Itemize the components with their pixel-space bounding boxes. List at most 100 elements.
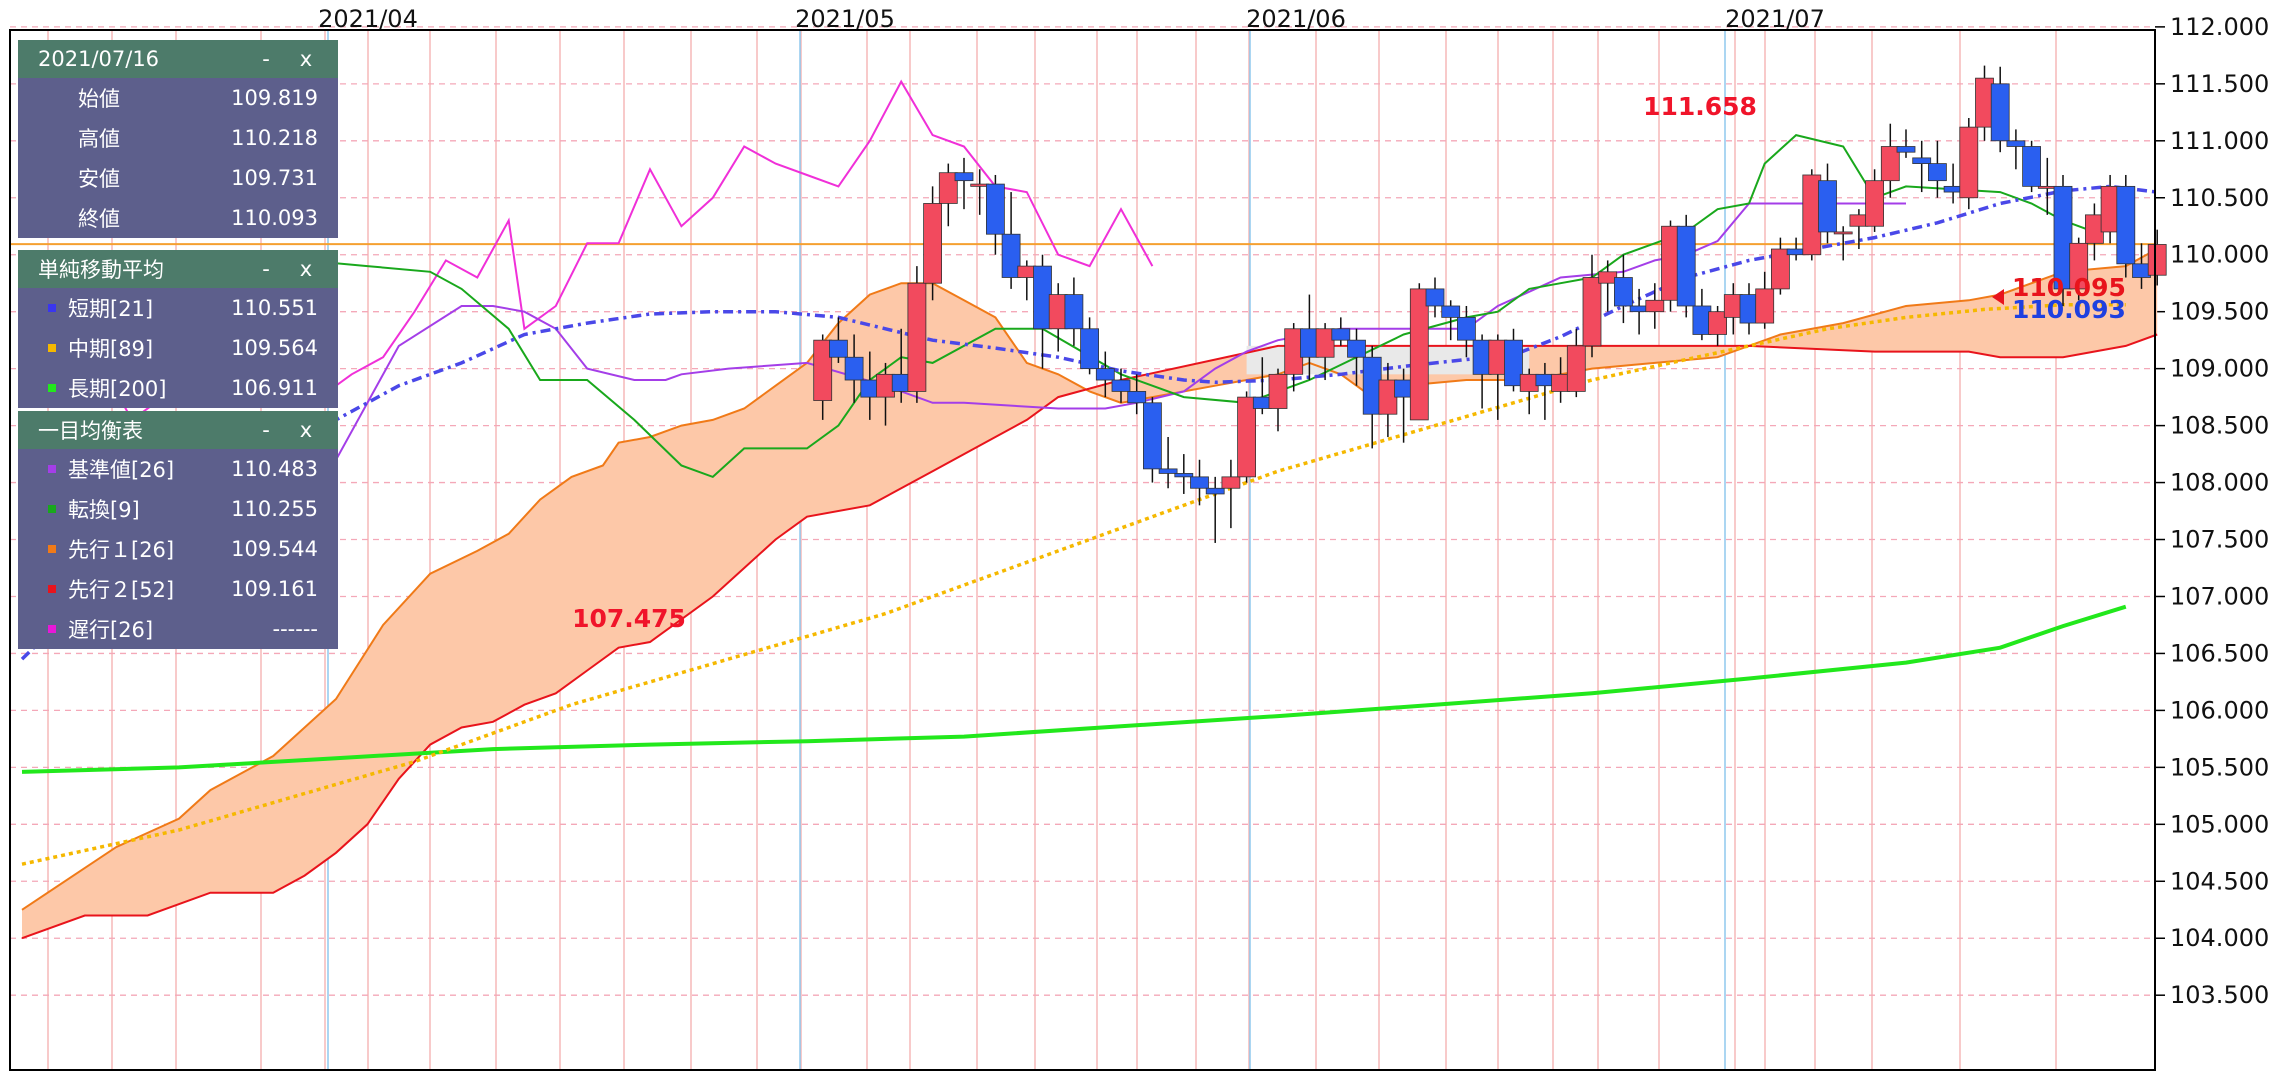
ohlc-panel: 2021/07/16 - x 始値 109.819 高値 110.218 安値 109… <box>18 40 338 238</box>
candle-body <box>1174 473 1194 478</box>
candle-body <box>1425 288 1445 307</box>
candle-body <box>907 282 927 392</box>
y-tick-label: 104.500 <box>2170 867 2269 895</box>
x-tick-label: 2021/07 <box>1725 5 1825 33</box>
ohlc-row-close: 終値 110.093 <box>78 206 318 231</box>
ichimoku-panel-header: 一目均衡表 - x <box>18 411 338 449</box>
candle-body <box>1519 373 1539 392</box>
y-tick-label: 111.000 <box>2170 127 2269 155</box>
y-axis: 103.500 104.000 104.500 105.000 105.500 106.0… <box>2155 13 2269 1009</box>
candle-body <box>1990 83 2010 142</box>
candle-body <box>1284 328 1304 375</box>
candle-body <box>1912 157 1932 164</box>
candle-body <box>1064 294 1084 330</box>
candle-body <box>1959 126 1979 199</box>
candle-body <box>891 373 911 392</box>
candle-body <box>1645 299 1665 313</box>
sma-row-mid: 中期[89] 109.564 <box>18 328 338 368</box>
candle-body <box>1818 180 1837 233</box>
legend-swatch <box>48 344 56 352</box>
ichimoku-row-senkou2: 先行２[52] 109.161 <box>18 569 338 609</box>
ohlc-date: 2021/07/16 <box>38 47 160 71</box>
candle-body <box>1394 379 1413 398</box>
y-tick-label: 112.000 <box>2170 13 2269 41</box>
candle-body <box>1221 476 1241 489</box>
candle-body <box>860 379 880 398</box>
candle-body <box>986 183 1005 235</box>
legend-swatch <box>48 465 56 473</box>
close-button[interactable]: x <box>286 257 326 281</box>
candle-body <box>1095 368 1115 381</box>
candle-body <box>2084 214 2104 244</box>
sma-short-line <box>20 184 2158 661</box>
candle-body <box>1566 345 1586 392</box>
sma-panel-title: 単純移動平均 <box>38 258 164 282</box>
legend-swatch <box>48 585 56 593</box>
candle-body <box>1237 396 1256 478</box>
candle-body <box>1551 373 1570 392</box>
candle-body <box>844 356 864 381</box>
candle-body <box>1409 288 1429 421</box>
y-tick-label: 109.500 <box>2170 298 2269 326</box>
y-tick-label: 107.500 <box>2170 526 2269 554</box>
minimize-button[interactable]: - <box>246 418 286 442</box>
ohlc-row-open: 始値 109.819 <box>78 86 318 111</box>
minimize-button[interactable]: - <box>246 257 286 281</box>
ichimoku-row-senkou1: 先行１[26] 109.544 <box>18 529 338 569</box>
y-tick-label: 109.000 <box>2170 355 2269 383</box>
candle-body <box>1582 277 1602 347</box>
y-tick-label: 105.000 <box>2170 810 2269 838</box>
legend-swatch <box>48 304 56 312</box>
candle-body <box>2006 140 2026 147</box>
candle-body <box>1347 339 1366 358</box>
minimize-button[interactable]: - <box>246 47 286 71</box>
legend-swatch <box>48 384 56 392</box>
candle-body <box>1598 271 1618 284</box>
high-annotation: 111.658 <box>1643 92 1757 121</box>
candle-body <box>813 339 833 401</box>
candle-body <box>1708 311 1727 335</box>
candle-body <box>1629 305 1649 313</box>
close-button[interactable]: x <box>286 47 326 71</box>
candle-body <box>1315 328 1335 358</box>
candle-body <box>2022 146 2041 187</box>
candle-body <box>1943 185 1963 193</box>
ichimoku-panel: 一目均衡表 - x 基準値[26] 110.483 転換[9] 110.255 先行… <box>18 411 338 649</box>
y-tick-label: 108.500 <box>2170 412 2269 440</box>
candle-body <box>1472 339 1492 375</box>
y-tick-label: 111.500 <box>2170 70 2269 98</box>
x-axis: 2021/04 2021/05 2021/06 2021/07 <box>318 5 1825 33</box>
candle-body <box>1833 231 1853 235</box>
candle-body <box>970 183 990 187</box>
candle-body <box>1896 146 1916 153</box>
candle-body <box>1190 476 1209 489</box>
candle-body <box>829 339 848 358</box>
last-bid-label: 110.093 <box>2012 295 2126 324</box>
candle-body <box>876 373 895 398</box>
ichimoku-panel-title: 一目均衡表 <box>38 419 143 443</box>
y-tick-label: 107.000 <box>2170 582 2269 610</box>
y-tick-label: 110.000 <box>2170 241 2269 269</box>
candle-body <box>1127 391 1147 404</box>
y-tick-label: 105.500 <box>2170 753 2269 781</box>
legend-swatch <box>48 545 56 553</box>
candle-body <box>1268 373 1288 409</box>
candle-body <box>1143 402 1162 470</box>
candle-body <box>1080 328 1099 370</box>
y-tick-label: 110.500 <box>2170 184 2269 212</box>
candle-body <box>923 203 942 284</box>
ohlc-row-high: 高値 110.218 <box>78 126 318 151</box>
legend-swatch <box>48 625 56 633</box>
candle-body <box>1158 468 1178 474</box>
x-tick-label: 2021/04 <box>318 5 418 33</box>
close-button[interactable]: x <box>286 418 326 442</box>
sma-row-short: 短期[21] 110.551 <box>18 288 338 328</box>
candle-body <box>1441 305 1461 318</box>
low-annotation: 107.475 <box>572 604 686 633</box>
legend-swatch <box>48 505 56 513</box>
candlestick-chart: 2021/04 2021/05 2021/06 2021/07 103.5001… <box>9 5 2269 1071</box>
candle-body <box>1755 288 1775 324</box>
ohlc-row-low: 安値 109.731 <box>78 166 318 191</box>
sma-panel-header: 単純移動平均 - x <box>18 250 338 288</box>
candle-body <box>1928 163 1947 182</box>
